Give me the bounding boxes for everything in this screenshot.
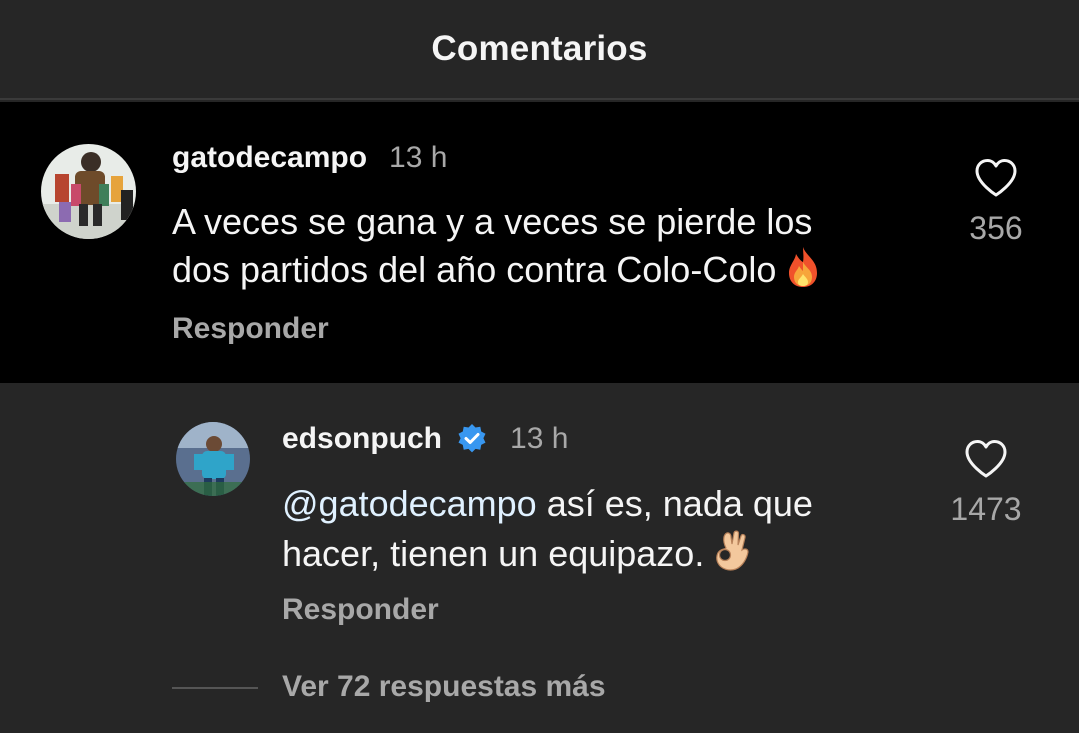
heart-icon[interactable] [964,439,1008,479]
comment-text-line-2: dos partidos del año contra Colo-Colo [172,249,777,290]
comment-username[interactable]: gatodecampo [172,141,367,175]
reply-text: @gatodecampo así es, nada que hacer, tie… [282,480,813,584]
mention-link[interactable]: @gatodecampo [282,483,537,524]
heart-icon[interactable] [974,158,1018,198]
reply-like-count: 1473 [950,491,1022,527]
reply-button[interactable]: Responder [172,312,329,346]
reply-username[interactable]: edsonpuch [282,422,442,456]
comment-text-line-2-wrap: dos partidos del año contra Colo-Colo [172,246,822,300]
comment-header: gatodecampo 13 h [172,141,447,175]
reply-header: edsonpuch 13 h [282,422,568,456]
reply-text-line-1: así es, nada que [536,483,813,524]
comment-text: A veces se gana y a veces se pierde los … [172,198,822,300]
reply-timestamp: 13 h [510,422,569,455]
reply-text-line-1-wrap: @gatodecampo así es, nada que [282,480,813,528]
reply-text-line-2-wrap: hacer, tienen un equipazo. [282,528,813,584]
comment-text-line-1: A veces se gana y a veces se pierde los [172,201,813,242]
more-replies-divider [172,687,258,689]
ok-hand-icon [712,528,752,584]
comments-header: Comentarios [0,0,1079,100]
like-count: 356 [969,210,1023,246]
view-more-replies-button[interactable]: Ver 72 respuestas más [282,670,606,704]
reply-to-reply-button[interactable]: Responder [282,593,439,627]
fire-icon [784,246,822,300]
comment-timestamp: 13 h [389,141,448,174]
reply-text-line-2: hacer, tienen un equipazo. [282,533,705,574]
page-title: Comentarios [431,29,648,68]
avatar-gatodecampo[interactable] [41,144,136,239]
avatar-edsonpuch[interactable] [176,422,250,496]
verified-badge-icon [456,423,488,455]
